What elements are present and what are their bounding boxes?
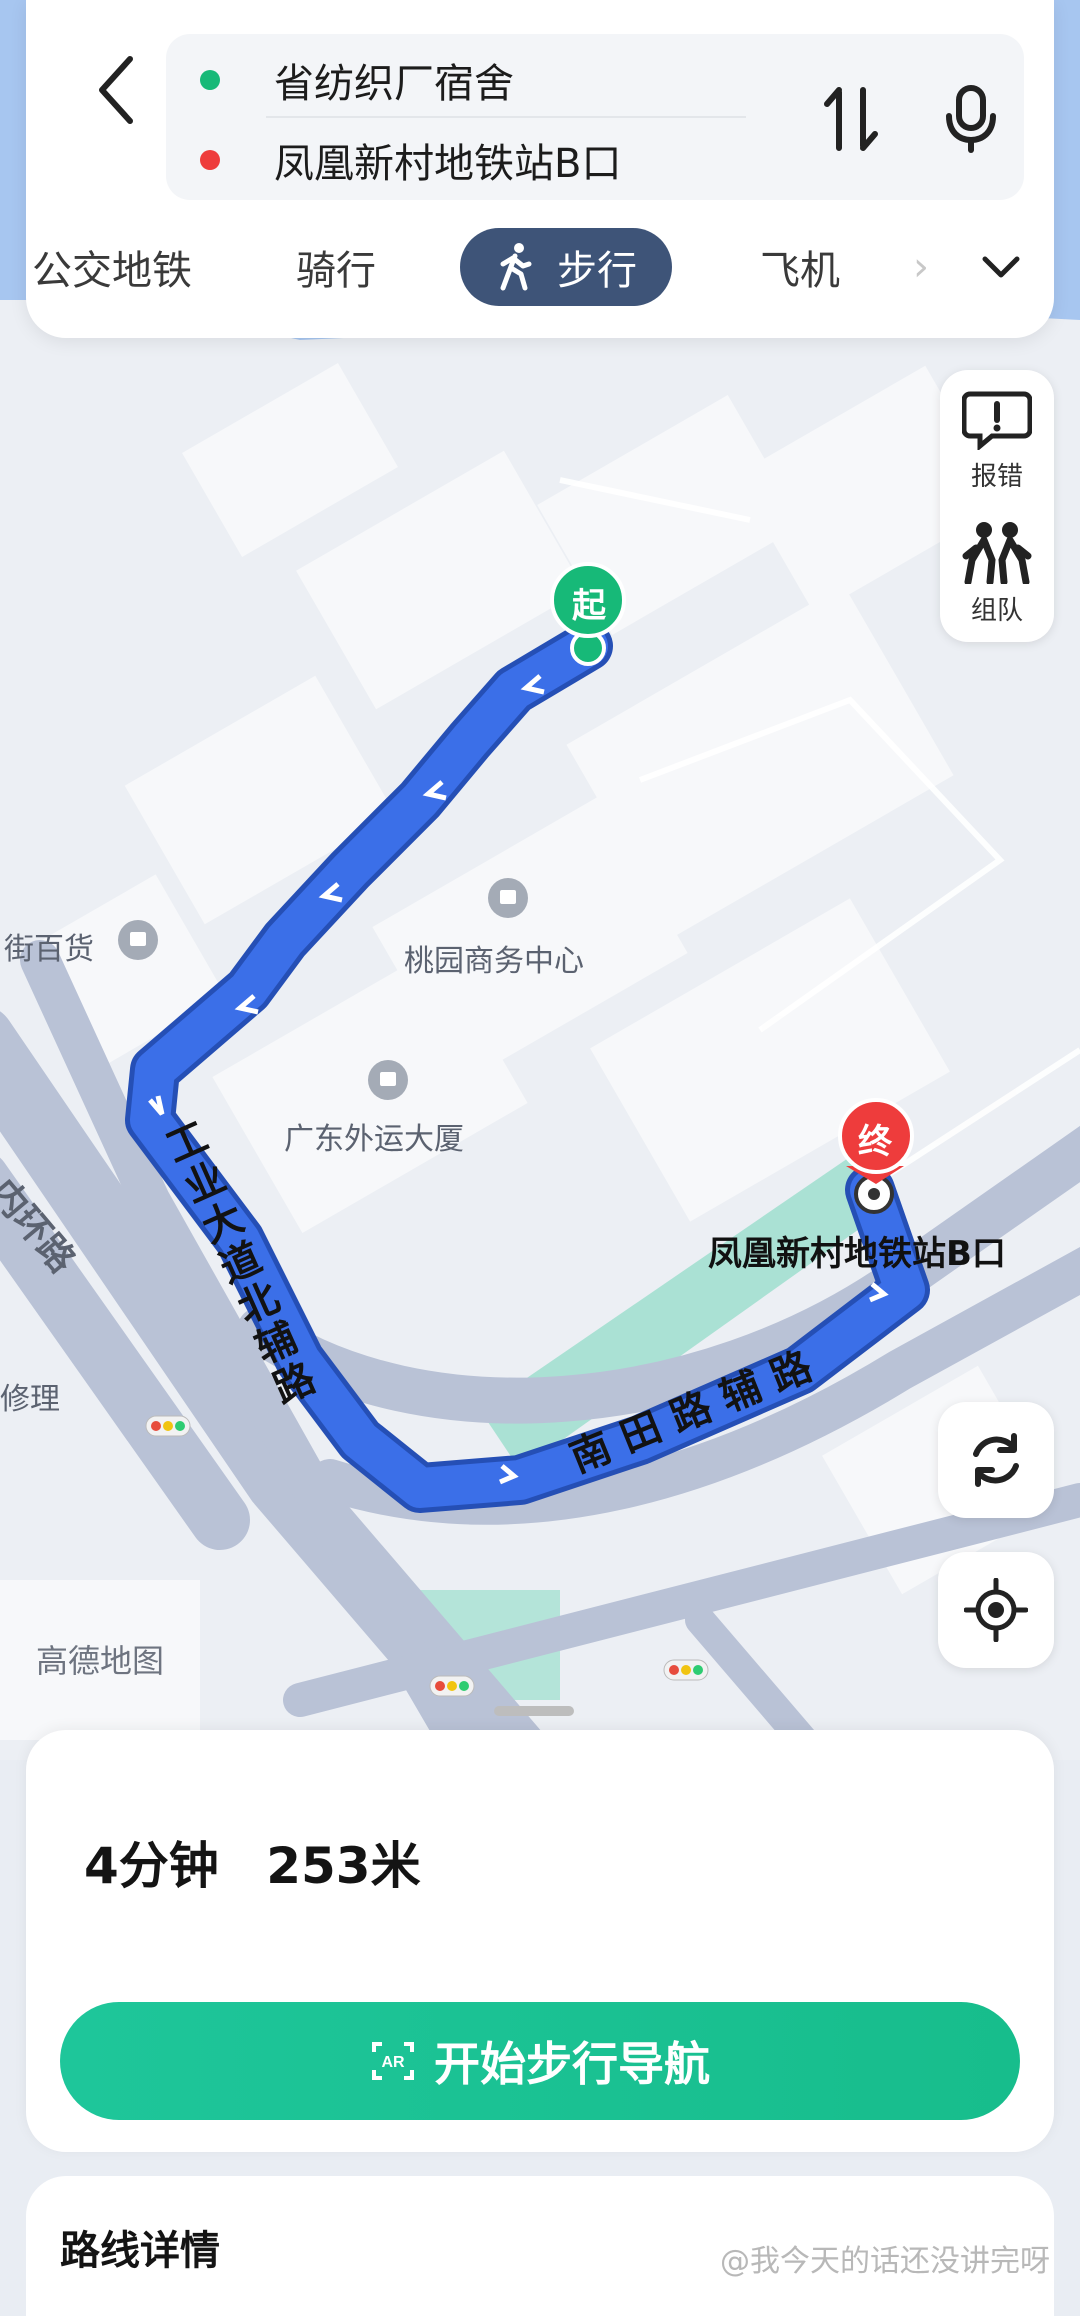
origin-field[interactable]: 省纺织厂宿舍 <box>274 51 514 109</box>
start-marker-label: 起 <box>572 586 606 626</box>
report-label: 报错 <box>970 462 1023 492</box>
chevron-down-icon <box>982 256 1020 278</box>
destination-row[interactable]: 凤凰新村地铁站B口 <box>166 120 726 200</box>
map-tools-card: 报错 组队 <box>940 370 1054 642</box>
route-summary: 4分钟 253米 <box>84 1826 451 1898</box>
team-label: 组队 <box>970 596 1023 626</box>
travel-mode-tabs: 公交地铁 骑行 步行 飞机 › <box>26 228 1054 324</box>
route-inputs: 省纺织厂宿舍 凤凰新村地铁站B口 <box>166 34 1024 200</box>
watermark: @我今天的话还没讲完呀 <box>720 2244 1050 2279</box>
poi-store[interactable]: 街百货 <box>4 924 94 968</box>
destination-map-label[interactable]: 凤凰新村地铁站B口 <box>708 1226 1006 1275</box>
swap-icon <box>824 87 878 151</box>
ar-icon: AR <box>370 2040 416 2082</box>
destination-field[interactable]: 凤凰新村地铁站B口 <box>274 131 621 189</box>
start-navigation-label: 开始步行导航 <box>434 2037 710 2091</box>
route-distance: 253米 <box>266 1837 421 1895</box>
team-button[interactable]: 组队 <box>940 520 1054 627</box>
tab-transit[interactable]: 公交地铁 <box>32 228 192 306</box>
origin-dot-icon <box>200 70 220 90</box>
refresh-icon <box>973 1433 1019 1487</box>
poi-center[interactable]: 桃园商务中心 <box>404 936 584 980</box>
map-logo: 高德地图 <box>36 1642 165 1680</box>
walking-icon <box>500 243 532 291</box>
expand-modes-button[interactable] <box>966 228 1036 306</box>
tab-more-fade: › <box>913 244 929 290</box>
route-panel: 省纺织厂宿舍 凤凰新村地铁站B口 公交地铁 骑行 步行 飞机 › <box>26 0 1054 338</box>
sheet-drag-handle[interactable] <box>494 1706 574 1716</box>
tab-walking[interactable]: 步行 <box>460 228 672 306</box>
report-error-button[interactable]: 报错 <box>940 390 1054 493</box>
back-arrow-icon <box>99 56 133 124</box>
back-button[interactable] <box>66 40 166 140</box>
destination-dot-icon <box>200 150 220 170</box>
refresh-route-button[interactable] <box>938 1402 1054 1518</box>
tab-cycling[interactable]: 骑行 <box>286 228 386 306</box>
microphone-icon <box>946 85 996 153</box>
route-summary-sheet: 4分钟 253米 AR 开始步行导航 <box>26 1730 1054 2152</box>
tab-flight[interactable]: 飞机 <box>750 228 850 306</box>
end-marker-label: 终 <box>858 1122 892 1162</box>
poi-repair[interactable]: 修理 <box>0 1374 60 1418</box>
tab-walking-label: 步行 <box>557 248 637 294</box>
route-time: 4分钟 <box>84 1837 219 1895</box>
divider <box>266 116 746 118</box>
locate-icon <box>964 1578 1028 1642</box>
origin-row[interactable]: 省纺织厂宿舍 <box>166 40 726 120</box>
route-details-title: 路线详情 <box>60 2228 220 2274</box>
start-navigation-button[interactable]: AR 开始步行导航 <box>60 2002 1020 2120</box>
swap-route-button[interactable] <box>806 74 896 164</box>
poi-building[interactable]: 广东外运大厦 <box>284 1114 464 1158</box>
team-icon <box>962 522 1032 584</box>
voice-input-button[interactable] <box>926 74 1016 164</box>
svg-text:AR: AR <box>381 2054 405 2071</box>
locate-me-button[interactable] <box>938 1552 1054 1668</box>
report-icon <box>962 391 1032 450</box>
